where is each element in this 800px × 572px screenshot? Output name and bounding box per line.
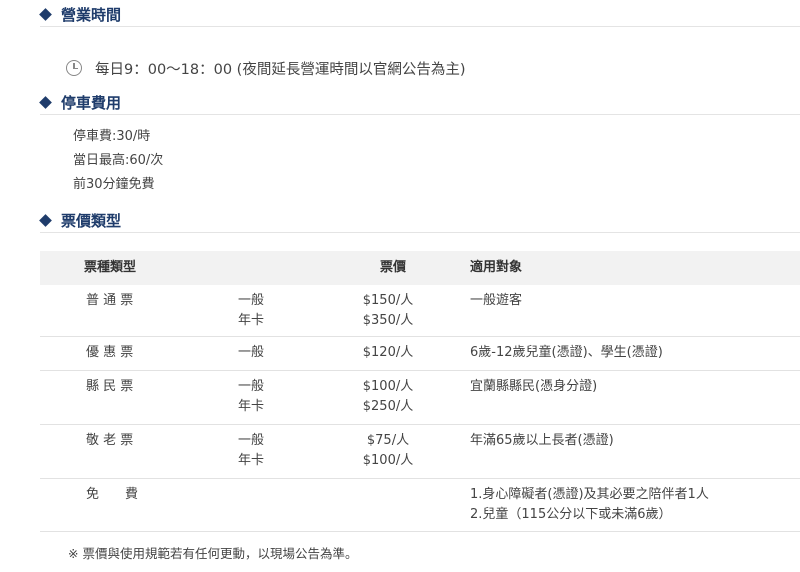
table-row: 優 惠 票 一般 $120/人 6歲-12歲兒童(憑證)、學生(憑證) bbox=[40, 337, 800, 371]
clock-icon bbox=[66, 60, 82, 76]
footnote: ※ 票價與使用規範若有任何更動，以現場公告為準。 bbox=[68, 546, 358, 561]
ticket-target: 1.身心障礙者(憑證)及其必要之陪伴者1人 2.兒童（115公分以下或未滿6歲） bbox=[470, 485, 709, 525]
ticket-target-line: 6歲-12歲兒童(憑證)、學生(憑證) bbox=[470, 345, 663, 360]
ticket-subtype: 一般 年卡 bbox=[238, 377, 264, 417]
table-row: 普 通 票 一般年卡 $150/人 $350/人 一般遊客 bbox=[40, 285, 800, 337]
header-price: 票價 bbox=[380, 260, 407, 275]
ticket-target-line: 1.身心障礙者(憑證)及其必要之陪伴者1人 bbox=[470, 487, 709, 502]
ticket-target: 6歲-12歲兒童(憑證)、學生(憑證) bbox=[470, 343, 663, 363]
ticket-subtype-line: 年卡 bbox=[238, 453, 265, 468]
table-body: 普 通 票一般 年卡 $150/人 $350/人 一般遊客優 惠 票一般 $120/人 6歲… bbox=[40, 285, 800, 532]
divider bbox=[40, 114, 800, 115]
ticket-subtype: 一般 bbox=[238, 343, 264, 363]
parking-fees: 停車費:30/時 當日最高:60/次 前30分鐘免費 bbox=[73, 125, 163, 197]
ticket-target-line: 一般遊客 bbox=[470, 293, 523, 308]
ticket-name: 縣 民 票 bbox=[86, 379, 134, 394]
section-title-tickets-label: 票價類型 bbox=[61, 211, 122, 230]
ticket-subtype: 一般 年卡 bbox=[238, 291, 264, 331]
table-row: 敬 老 票 一般年卡 $75/人 $100/人 年滿65歲以上長者(憑證) bbox=[40, 425, 800, 479]
ticket-price-line: $150/人 bbox=[362, 293, 414, 308]
divider bbox=[40, 232, 800, 233]
ticket-target: 年滿65歲以上長者(憑證) bbox=[470, 431, 614, 451]
ticket-name: 敬 老 票 bbox=[86, 433, 134, 448]
ticket-subtype: 一般 年卡 bbox=[238, 431, 264, 471]
section-title-parking: 停車費用 bbox=[39, 90, 122, 114]
ticket-target-line: 年滿65歲以上長者(憑證) bbox=[470, 433, 614, 448]
ticket-name: 優 惠 票 bbox=[86, 345, 134, 360]
ticket-price: $120/人 bbox=[358, 343, 418, 363]
parking-fee-line: 停車費:30/時 bbox=[73, 129, 151, 144]
ticket-subtype-line: 年卡 bbox=[238, 313, 265, 328]
section-title-hours: 營業時間 bbox=[39, 2, 122, 26]
ticket-target: 宜蘭縣縣民(憑身分證) bbox=[470, 377, 597, 397]
ticket-target-line: 宜蘭縣縣民(憑身分證) bbox=[470, 379, 598, 394]
divider bbox=[40, 26, 800, 27]
ticket-price-line: $75/人 bbox=[366, 433, 410, 448]
header-target: 適用對象 bbox=[470, 260, 523, 275]
parking-fee-line: 當日最高:60/次 bbox=[73, 153, 164, 168]
table-row: 縣 民 票 一般年卡 $100/人 $250/人 宜蘭縣縣民(憑身分證) bbox=[40, 371, 800, 425]
section-title-parking-label: 停車費用 bbox=[61, 93, 122, 112]
ticket-price-line: $120/人 bbox=[362, 345, 414, 360]
table-row: 免 費 1.身心障礙者(憑證)及其必要之陪伴者1人 2.兒童（115公分以下或未滿6… bbox=[40, 479, 800, 532]
ticket-price-line: $250/人 bbox=[362, 399, 414, 414]
ticket-name: 免 費 bbox=[86, 487, 139, 502]
ticket-subtype-line: 一般 bbox=[238, 345, 265, 360]
ticket-subtype-line: 一般 bbox=[238, 293, 265, 308]
diamond-bullet-icon bbox=[39, 213, 52, 227]
ticket-target: 一般遊客 bbox=[470, 291, 522, 311]
ticket-target-line: 2.兒童（115公分以下或未滿6歲） bbox=[470, 507, 672, 522]
diamond-bullet-icon bbox=[39, 95, 52, 109]
diamond-bullet-icon bbox=[39, 7, 52, 21]
business-hours-text: 每日9：00～18：00 (夜間延長營運時間以官網公告為主) bbox=[95, 61, 466, 78]
ticket-subtype-line: 年卡 bbox=[238, 399, 265, 414]
ticket-subtype-line: 一般 bbox=[238, 379, 265, 394]
ticket-price-line: $100/人 bbox=[362, 379, 414, 394]
parking-fee-line: 前30分鐘免費 bbox=[73, 177, 155, 192]
ticket-price: $100/人 $250/人 bbox=[358, 377, 418, 417]
section-title-tickets: 票價類型 bbox=[39, 208, 122, 232]
ticket-price-line: $100/人 bbox=[362, 453, 414, 468]
ticket-price: $150/人 $350/人 bbox=[358, 291, 418, 331]
ticket-table: 票種類型 票價 適用對象 普 通 票一般 年卡 $150/人 $350/人 一般遊客優 … bbox=[40, 251, 800, 532]
ticket-subtype-line: 一般 bbox=[238, 433, 265, 448]
ticket-name: 普 通 票 bbox=[86, 293, 134, 308]
ticket-price-line: $350/人 bbox=[362, 313, 414, 328]
business-hours: 每日9：00～18：00 (夜間延長營運時間以官網公告為主) bbox=[66, 57, 466, 79]
section-title-hours-label: 營業時間 bbox=[61, 5, 122, 24]
table-header: 票種類型 票價 適用對象 bbox=[40, 251, 800, 285]
ticket-price: $75/人 $100/人 bbox=[358, 431, 418, 471]
header-ticket-type: 票種類型 bbox=[84, 260, 137, 275]
